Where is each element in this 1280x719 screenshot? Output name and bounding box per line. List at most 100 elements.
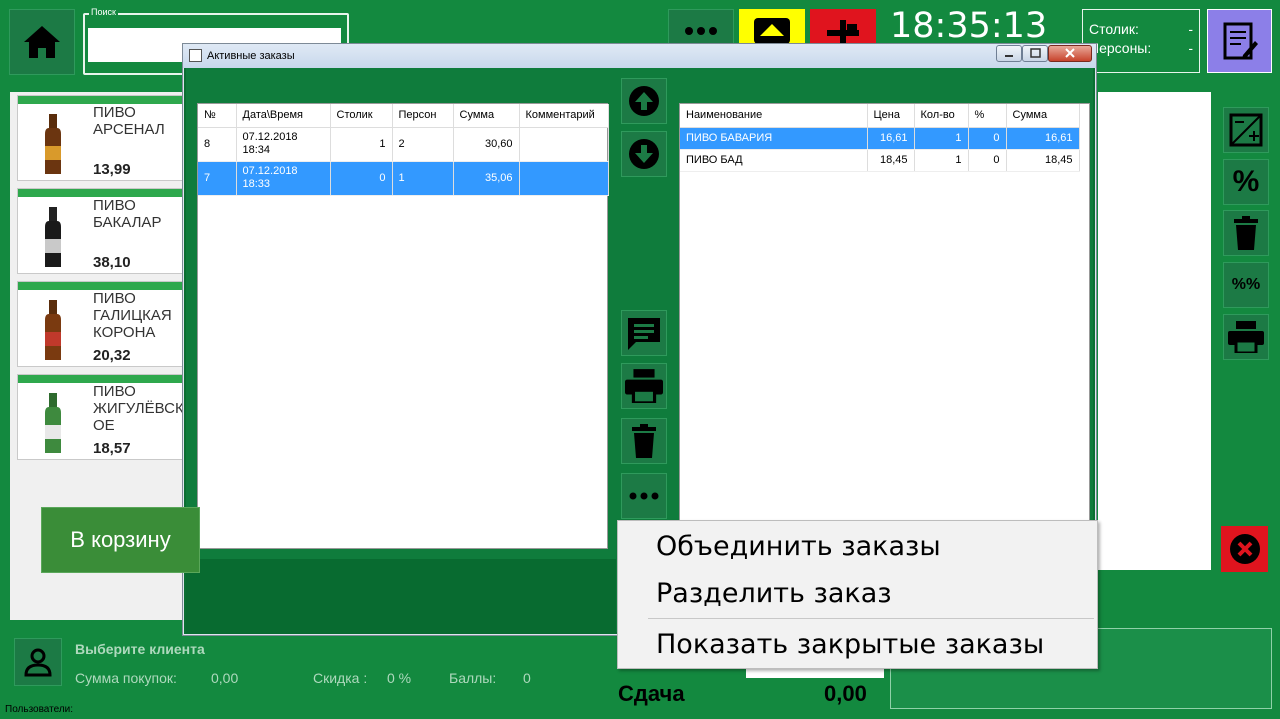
delete-item-button[interactable] [1223, 210, 1269, 256]
close-circle-icon [1229, 534, 1260, 564]
product-name: ПИВО ЖИГУЛЁВСКОЕ [93, 383, 184, 434]
home-icon [24, 26, 60, 58]
comment-button[interactable] [621, 310, 667, 356]
order-row-selected[interactable]: 7 07.12.2018 18:33 0 1 35,06 [198, 161, 609, 196]
orders-table: № Дата\Время Столик Персон Сумма Коммент… [197, 103, 609, 549]
order-time: 18:34 [242, 144, 271, 156]
beer-bottle-icon [45, 393, 61, 453]
order-datetime: 07.12.2018 18:34 [236, 127, 331, 162]
item-price: 16,61 [867, 127, 915, 150]
product-card[interactable]: ПИВО ГАЛИЦКАЯ КОРОНА 20,32 [17, 281, 189, 367]
trash-icon [1234, 216, 1258, 250]
order-number: 8 [198, 127, 237, 162]
order-sum: 35,06 [453, 161, 520, 196]
menu-separator [648, 618, 1094, 619]
col-qty[interactable]: Кол-во [914, 104, 969, 128]
add-item-button[interactable] [1223, 107, 1269, 153]
item-qty: 1 [914, 127, 969, 150]
product-card[interactable]: ПИВО АРСЕНАЛ 13,99 [17, 95, 189, 181]
order-date: 07.12.2018 [242, 165, 298, 177]
product-price: 13,99 [93, 161, 131, 178]
eject-icon [754, 18, 790, 44]
plus-minus-box-icon [1229, 113, 1263, 147]
minimize-icon [1005, 55, 1013, 57]
print-receipt-button[interactable] [1223, 314, 1269, 360]
change-label: Сдача [618, 681, 685, 706]
discount-label: Скидка : [313, 670, 368, 686]
beer-bottle-icon [45, 207, 61, 267]
product-name: ПИВО ГАЛИЦКАЯ КОРОНА [93, 290, 172, 341]
close-receipt-button[interactable] [1221, 526, 1268, 572]
product-price: 20,32 [93, 347, 131, 364]
product-price: 38,10 [93, 254, 131, 271]
table-value: - [1188, 21, 1193, 37]
users-label: Пользователи: [5, 704, 74, 715]
beer-bottle-icon [45, 114, 61, 174]
product-card[interactable]: ПИВО ЖИГУЛЁВСКОЕ 18,57 [17, 374, 189, 460]
items-header-row: Наименование Цена Кол-во % Сумма [680, 104, 1080, 128]
col-persons[interactable]: Персон [392, 104, 454, 128]
context-menu: Объединить заказы Разделить заказ Показа… [617, 520, 1098, 669]
client-title[interactable]: Выберите клиента [75, 641, 205, 657]
col-comment[interactable]: Комментарий [519, 104, 609, 128]
scroll-up-button[interactable] [621, 78, 667, 124]
points-label: Баллы: [449, 670, 497, 686]
clock: 18:35:13 [890, 6, 1048, 46]
trash-icon [632, 424, 656, 458]
printer-icon [625, 369, 663, 403]
dialog-title: Активные заказы [207, 50, 295, 62]
product-card[interactable]: ПИВО БАКАЛАР 38,10 [17, 188, 189, 274]
order-table: 0 [330, 161, 393, 196]
client-button[interactable] [14, 638, 62, 686]
item-sum: 16,61 [1006, 127, 1080, 150]
table-info: Столик: - Персоны: - [1082, 9, 1200, 73]
to-cart-button[interactable]: В корзину [41, 507, 200, 573]
item-name: ПИВО БАВАРИЯ [680, 127, 868, 150]
item-name: ПИВО БАД [680, 149, 868, 172]
more-actions-button[interactable] [621, 473, 667, 519]
orders-header-row: № Дата\Время Столик Персон Сумма Коммент… [198, 104, 609, 128]
item-row-selected[interactable]: ПИВО БАВАРИЯ 16,61 1 0 16,61 [680, 127, 1080, 150]
order-persons: 2 [392, 127, 454, 162]
scroll-down-button[interactable] [621, 131, 667, 177]
col-table[interactable]: Столик [330, 104, 393, 128]
table-label: Столик: [1089, 21, 1139, 37]
persons-label: Персоны: [1089, 40, 1152, 56]
points-value: 0 [523, 670, 531, 686]
col-datetime[interactable]: Дата\Время [236, 104, 331, 128]
all-discount-button[interactable]: %% [1223, 262, 1269, 308]
home-button[interactable] [9, 9, 75, 75]
printer-icon [1228, 321, 1264, 353]
order-row[interactable]: 8 07.12.2018 18:34 1 2 30,60 [198, 127, 609, 162]
col-item-sum[interactable]: Сумма [1006, 104, 1080, 128]
close-icon [1065, 48, 1075, 58]
item-sum: 18,45 [1006, 149, 1080, 172]
col-sum[interactable]: Сумма [453, 104, 520, 128]
document-button[interactable] [1207, 9, 1272, 73]
user-icon [24, 648, 52, 677]
item-percent: 0 [968, 127, 1007, 150]
print-order-button[interactable] [621, 363, 667, 409]
minimize-button[interactable] [996, 45, 1022, 62]
persons-value: - [1188, 40, 1193, 56]
more-icon [685, 27, 717, 35]
maximize-button[interactable] [1022, 45, 1048, 62]
cashier-icon [827, 20, 859, 46]
col-name[interactable]: Наименование [680, 104, 868, 128]
menu-item-merge-orders[interactable]: Объединить заказы [656, 531, 941, 562]
discount-button[interactable]: % [1223, 159, 1269, 205]
dialog-titlebar[interactable]: Активные заказы [183, 44, 1096, 68]
menu-item-split-order[interactable]: Разделить заказ [656, 578, 892, 609]
search-label: Поиск [89, 7, 118, 17]
more-icon [629, 492, 659, 500]
item-row[interactable]: ПИВО БАД 18,45 1 0 18,45 [680, 149, 1080, 172]
col-percent[interactable]: % [968, 104, 1007, 128]
col-number[interactable]: № [198, 104, 237, 128]
window-close-button[interactable] [1048, 45, 1092, 62]
col-price[interactable]: Цена [867, 104, 915, 128]
menu-item-show-closed-orders[interactable]: Показать закрытые заказы [656, 629, 1044, 660]
item-qty: 1 [914, 149, 969, 172]
delete-order-button[interactable] [621, 418, 667, 464]
order-time: 18:33 [242, 178, 271, 190]
order-sum: 30,60 [453, 127, 520, 162]
